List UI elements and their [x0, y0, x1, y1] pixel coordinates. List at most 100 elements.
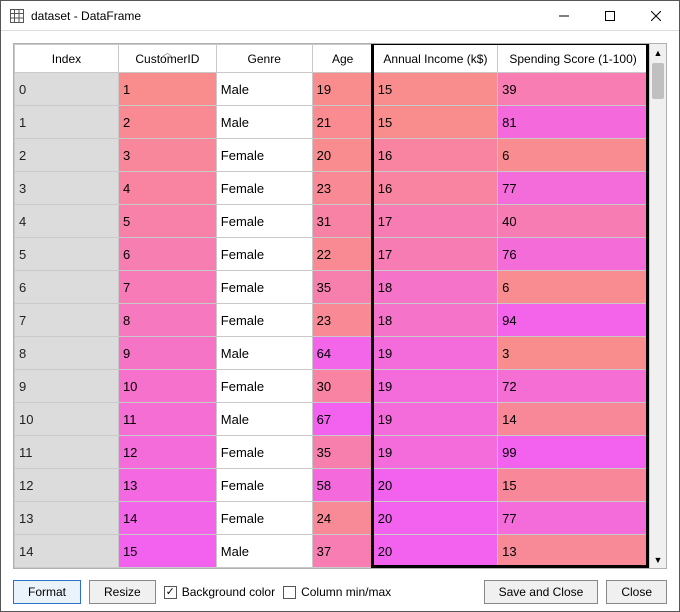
cell[interactable]: 4 [118, 172, 216, 205]
cell[interactable]: 15 [373, 73, 497, 106]
cell[interactable]: 5 [118, 205, 216, 238]
cell[interactable]: 19 [373, 370, 497, 403]
cell[interactable]: 20 [312, 139, 373, 172]
cell[interactable]: 7 [118, 271, 216, 304]
minmax-checkbox[interactable]: Column min/max [283, 585, 391, 599]
cell[interactable]: 21 [312, 106, 373, 139]
cell[interactable]: 1 [15, 106, 119, 139]
cell[interactable]: 13 [498, 535, 649, 568]
cell[interactable]: 76 [498, 238, 649, 271]
scroll-down-button[interactable]: ▼ [650, 551, 666, 568]
save-and-close-button[interactable]: Save and Close [484, 580, 599, 604]
table-row[interactable]: 1011Male671914 [15, 403, 649, 436]
cell[interactable]: 23 [312, 172, 373, 205]
cell[interactable]: Female [216, 139, 312, 172]
cell[interactable]: 10 [118, 370, 216, 403]
cell[interactable]: 20 [373, 469, 497, 502]
table-row[interactable]: 78Female231894 [15, 304, 649, 337]
cell[interactable]: 64 [312, 337, 373, 370]
table-row[interactable]: 67Female35186 [15, 271, 649, 304]
maximize-button[interactable] [587, 1, 633, 31]
cell[interactable]: 8 [15, 337, 119, 370]
column-header[interactable]: Index [15, 45, 119, 73]
cell[interactable]: Female [216, 172, 312, 205]
table-row[interactable]: 23Female20166 [15, 139, 649, 172]
cell[interactable]: Male [216, 337, 312, 370]
cell[interactable]: 37 [312, 535, 373, 568]
cell[interactable]: 6 [498, 271, 649, 304]
cell[interactable]: Female [216, 469, 312, 502]
cell[interactable]: 16 [373, 172, 497, 205]
cell[interactable]: 8 [118, 304, 216, 337]
cell[interactable]: 77 [498, 172, 649, 205]
cell[interactable]: 30 [312, 370, 373, 403]
cell[interactable]: 13 [15, 502, 119, 535]
cell[interactable]: 58 [312, 469, 373, 502]
cell[interactable]: 39 [498, 73, 649, 106]
scroll-thumb[interactable] [652, 63, 664, 99]
cell[interactable]: 19 [373, 337, 497, 370]
cell[interactable]: 3 [118, 139, 216, 172]
cell[interactable]: 10 [15, 403, 119, 436]
cell[interactable]: 15 [118, 535, 216, 568]
cell[interactable]: 99 [498, 436, 649, 469]
cell[interactable]: 2 [118, 106, 216, 139]
cell[interactable]: Female [216, 238, 312, 271]
cell[interactable]: Male [216, 73, 312, 106]
cell[interactable]: 17 [373, 205, 497, 238]
column-header[interactable]: Age [312, 45, 373, 73]
cell[interactable]: Female [216, 370, 312, 403]
scroll-track[interactable] [650, 61, 666, 551]
cell[interactable]: Female [216, 205, 312, 238]
cell[interactable]: Male [216, 106, 312, 139]
cell[interactable]: 14 [118, 502, 216, 535]
cell[interactable]: Male [216, 535, 312, 568]
cell[interactable]: 5 [15, 238, 119, 271]
cell[interactable]: Female [216, 304, 312, 337]
cell[interactable]: 15 [498, 469, 649, 502]
table-row[interactable]: 34Female231677 [15, 172, 649, 205]
cell[interactable]: Female [216, 502, 312, 535]
cell[interactable]: 12 [118, 436, 216, 469]
format-button[interactable]: Format [13, 580, 81, 604]
cell[interactable]: 6 [118, 238, 216, 271]
cell[interactable]: 23 [312, 304, 373, 337]
resize-button[interactable]: Resize [89, 580, 156, 604]
cell[interactable]: 67 [312, 403, 373, 436]
table-row[interactable]: 56Female221776 [15, 238, 649, 271]
cell[interactable]: 17 [373, 238, 497, 271]
cell[interactable]: 11 [15, 436, 119, 469]
cell[interactable]: 7 [15, 304, 119, 337]
cell[interactable]: 77 [498, 502, 649, 535]
cell[interactable]: Male [216, 403, 312, 436]
cell[interactable]: 35 [312, 436, 373, 469]
table-row[interactable]: 1314Female242077 [15, 502, 649, 535]
table-row[interactable]: 1415Male372013 [15, 535, 649, 568]
column-header[interactable]: Spending Score (1-100) [498, 45, 649, 73]
cell[interactable]: 19 [373, 403, 497, 436]
cell[interactable]: 24 [312, 502, 373, 535]
cell[interactable]: 4 [15, 205, 119, 238]
data-grid[interactable]: IndexCustomerID︿GenreAgeAnnual Income (k… [13, 43, 667, 569]
cell[interactable]: 22 [312, 238, 373, 271]
cell[interactable]: 40 [498, 205, 649, 238]
scroll-up-button[interactable]: ▲ [650, 44, 666, 61]
close-button[interactable]: Close [606, 580, 667, 604]
table-row[interactable]: 01Male191539 [15, 73, 649, 106]
cell[interactable]: 2 [15, 139, 119, 172]
cell[interactable]: 9 [118, 337, 216, 370]
table-row[interactable]: 45Female311740 [15, 205, 649, 238]
cell[interactable]: 81 [498, 106, 649, 139]
cell[interactable]: 19 [312, 73, 373, 106]
column-header[interactable]: Annual Income (k$) [373, 45, 497, 73]
table-row[interactable]: 89Male64193 [15, 337, 649, 370]
cell[interactable]: 9 [15, 370, 119, 403]
cell[interactable]: 6 [498, 139, 649, 172]
cell[interactable]: 19 [373, 436, 497, 469]
close-window-button[interactable] [633, 1, 679, 31]
cell[interactable]: 94 [498, 304, 649, 337]
cell[interactable]: 12 [15, 469, 119, 502]
cell[interactable]: 18 [373, 271, 497, 304]
table-row[interactable]: 1213Female582015 [15, 469, 649, 502]
cell[interactable]: 0 [15, 73, 119, 106]
